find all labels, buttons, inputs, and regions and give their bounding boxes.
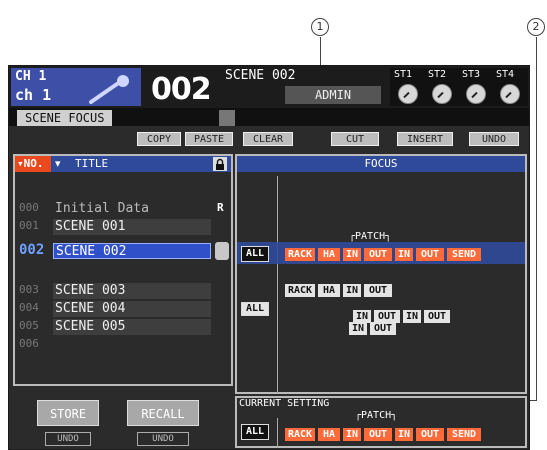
scene-title: SCENE 003 [53,283,211,299]
channel-select[interactable]: CH 1 ch 1 [11,68,141,106]
channel-number: CH 1 [15,69,47,84]
store-button[interactable]: STORE [37,400,99,426]
callout-1: 1 [311,18,329,36]
current-out-chip[interactable]: OUT [364,428,392,441]
focus-in-chip[interactable]: IN [349,322,367,335]
current-all-button[interactable]: ALL [241,424,269,440]
scene-list-header: ▾NO. ▾ TITLE [15,156,231,172]
focus-rack-chip[interactable]: RACK [285,248,315,261]
current-send-chip[interactable]: SEND [447,428,481,441]
current-scene-title: SCENE 002 [225,68,296,83]
focus-divider [277,176,278,394]
st4-label: ST4 [496,69,515,80]
focus-in-chip[interactable]: IN [343,248,361,261]
scene-number: 001 [19,219,39,232]
cut-button[interactable]: CUT [331,132,379,146]
undo-button[interactable]: UNDO [469,132,519,146]
scene-title: Initial Data [53,201,211,217]
microphone-icon [89,75,129,104]
focus-in-chip[interactable]: IN [343,284,361,297]
scene-row[interactable]: 004 SCENE 004 [17,300,231,318]
insert-button[interactable]: INSERT [397,132,453,146]
st3-label: ST3 [462,69,481,80]
st1-knob[interactable] [398,84,418,104]
focus-out-chip[interactable]: OUT [424,310,450,323]
current-setting-panel: CURRENT SETTING ┌PATCH┐ ALL RACK HA IN O… [235,396,527,448]
sort-by-number-button[interactable]: ▾NO. [15,156,51,172]
no-label: NO. [23,157,44,170]
current-rack-chip[interactable]: RACK [285,428,315,441]
focus-all-button[interactable]: ALL [241,302,269,316]
scene-row[interactable]: 005 SCENE 005 [17,318,231,336]
channel-name: ch 1 [15,86,52,104]
stereo-knobs: ST1 ST2 ST3 ST4 [390,68,528,106]
st2-label: ST2 [428,69,447,80]
read-only-flag: R [217,201,224,214]
callout-2-leader [536,37,537,401]
tab-scene-focus[interactable]: SCENE FOCUS [17,110,113,126]
scene-title: SCENE 001 [53,219,211,235]
focus-out-chip[interactable]: OUT [370,322,396,335]
current-ha-chip[interactable]: HA [318,428,340,441]
scene-row[interactable]: 003 SCENE 003 [17,282,231,300]
focus-out-chip[interactable]: OUT [416,248,444,261]
sort-title-arrow-icon[interactable]: ▾ [55,156,61,172]
focus-panel: FOCUS IN OUT IN OUT [235,154,527,394]
current-setting-title: CURRENT SETTING [239,398,330,409]
undo-store-button[interactable]: UNDO [45,432,91,446]
focus-send-chip[interactable]: SEND [447,248,481,261]
focus-out-chip[interactable]: OUT [364,248,392,261]
scene-row-selected[interactable]: 002 SCENE 002 [17,242,231,260]
focus-header: FOCUS [237,156,525,172]
scene-number: 003 [19,283,39,296]
tab-bar: SCENE FOCUS [9,108,529,126]
scene-title: SCENE 004 [53,301,211,317]
callout-2: 2 [527,18,545,36]
paste-button[interactable]: PASTE [185,132,233,146]
st2-knob[interactable] [432,84,452,104]
st3-knob[interactable] [466,84,486,104]
focus-in-chip[interactable]: IN [403,310,421,323]
header-bar: CH 1 ch 1 002 SCENE 002 ADMIN ST1 ST2 ST… [9,66,529,108]
recall-button[interactable]: RECALL [127,400,199,426]
st1-label: ST1 [394,69,413,80]
focus-rack-chip[interactable]: RACK [285,284,315,297]
focus-ha-chip[interactable]: HA [318,248,340,261]
current-patch-label: ┌PATCH┐ [355,410,398,421]
scene-number: 000 [19,201,39,214]
scene-row[interactable]: 000 Initial Data R [17,200,231,218]
scene-title: SCENE 005 [53,319,211,335]
focus-ha-chip[interactable]: HA [318,284,340,297]
scroll-handle[interactable] [215,242,229,260]
st4-knob[interactable] [500,84,520,104]
current-divider [277,418,278,448]
scene-number: 006 [19,337,39,350]
current-in-chip[interactable]: IN [395,428,413,441]
scene-title: SCENE 002 [53,243,211,259]
current-scene-number: 002 [151,72,212,107]
current-in-chip[interactable]: IN [343,428,361,441]
scene-row[interactable]: 006 [17,336,231,354]
patch-label: ┌PATCH┐ [349,231,392,242]
scene-list-panel: ▾NO. ▾ TITLE 000 Initial Data R 001 SCEN… [13,154,233,386]
current-out-chip[interactable]: OUT [416,428,444,441]
tab-next[interactable] [219,110,235,126]
console-screen: CH 1 ch 1 002 SCENE 002 ADMIN ST1 ST2 ST… [8,65,530,450]
undo-recall-button[interactable]: UNDO [137,432,189,446]
title-column-label: TITLE [75,157,109,170]
scene-number: 004 [19,301,39,314]
focus-all-button[interactable]: ALL [241,246,269,262]
lock-icon[interactable] [213,157,227,171]
scene-row[interactable]: 001 SCENE 001 [17,218,231,236]
clear-button[interactable]: CLEAR [243,132,293,146]
focus-in-chip[interactable]: IN [395,248,413,261]
copy-button[interactable]: COPY [137,132,181,146]
scene-number: 005 [19,319,39,332]
scene-number: 002 [19,242,45,258]
user-name[interactable]: ADMIN [285,86,381,104]
focus-out-chip[interactable]: OUT [364,284,392,297]
